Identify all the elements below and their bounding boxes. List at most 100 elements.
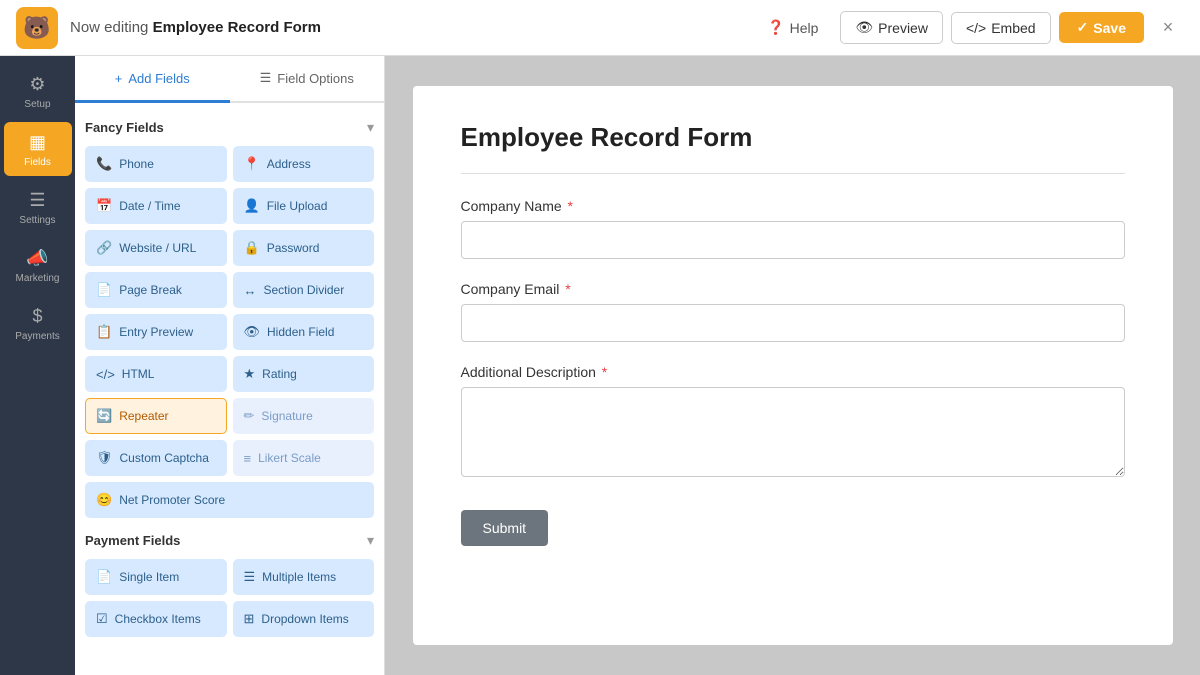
field-btn-website[interactable]: 🔗 Website / URL bbox=[85, 230, 227, 266]
submit-button[interactable]: Submit bbox=[461, 510, 549, 546]
form-card: Employee Record Form Company Name * Comp… bbox=[413, 86, 1173, 645]
help-label: Help bbox=[790, 20, 819, 36]
additional-desc-field: Additional Description * bbox=[461, 364, 1125, 482]
address-label: Address bbox=[267, 157, 311, 171]
company-email-input[interactable] bbox=[461, 304, 1125, 342]
embed-label: Embed bbox=[991, 20, 1035, 36]
file-upload-icon: 👤 bbox=[244, 198, 260, 214]
checkbox-items-label: Checkbox Items bbox=[115, 612, 201, 626]
field-btn-entry-preview[interactable]: 📋 Entry Preview bbox=[85, 314, 227, 350]
field-btn-repeater[interactable]: 🔄 Repeater bbox=[85, 398, 227, 434]
field-btn-file-upload[interactable]: 👤 File Upload bbox=[233, 188, 375, 224]
datetime-label: Date / Time bbox=[119, 199, 180, 213]
dropdown-items-icon: ⊞ bbox=[244, 611, 255, 627]
sidebar-item-fields[interactable]: ▦ Fields bbox=[4, 122, 72, 176]
fancy-fields-grid: 📞 Phone 📍 Address 📅 Date / Time 👤 File U… bbox=[85, 146, 374, 518]
settings-label: Settings bbox=[19, 215, 55, 226]
checkbox-items-icon: ☑ bbox=[96, 611, 108, 627]
page-break-icon: 📄 bbox=[96, 282, 112, 298]
dropdown-items-label: Dropdown Items bbox=[261, 612, 348, 626]
preview-label: Preview bbox=[878, 20, 928, 36]
likert-icon: ≡ bbox=[244, 451, 252, 466]
hidden-field-icon: 👁 bbox=[244, 324, 261, 340]
field-btn-multiple-items[interactable]: ☰ Multiple Items bbox=[233, 559, 375, 595]
embed-icon: </> bbox=[966, 20, 986, 36]
sidebar-item-marketing[interactable]: 📣 Marketing bbox=[4, 238, 72, 292]
field-btn-nps[interactable]: 😊 Net Promoter Score bbox=[85, 482, 374, 518]
likert-label: Likert Scale bbox=[258, 451, 321, 465]
topbar: 🐻 Now editing Employee Record Form ❓ Hel… bbox=[0, 0, 1200, 56]
embed-button[interactable]: </> Embed bbox=[951, 12, 1051, 44]
logo: 🐻 bbox=[16, 7, 58, 49]
field-btn-dropdown-items[interactable]: ⊞ Dropdown Items bbox=[233, 601, 375, 637]
field-btn-datetime[interactable]: 📅 Date / Time bbox=[85, 188, 227, 224]
payment-fields-header: Payment Fields ▾ bbox=[85, 532, 374, 549]
field-btn-phone[interactable]: 📞 Phone bbox=[85, 146, 227, 182]
website-icon: 🔗 bbox=[96, 240, 112, 256]
company-name-field: Company Name * bbox=[461, 198, 1125, 259]
close-button[interactable]: × bbox=[1152, 12, 1184, 44]
field-options-label: Field Options bbox=[277, 71, 354, 86]
entry-preview-label: Entry Preview bbox=[119, 325, 193, 339]
fields-icon: ▦ bbox=[29, 132, 46, 153]
rating-label: Rating bbox=[262, 367, 297, 381]
field-btn-html[interactable]: </> HTML bbox=[85, 356, 227, 392]
panel-tabs: + Add Fields ☰ Field Options bbox=[75, 56, 384, 103]
field-btn-address[interactable]: 📍 Address bbox=[233, 146, 375, 182]
panel-scroll: Fancy Fields ▾ 📞 Phone 📍 Address 📅 Date … bbox=[75, 103, 384, 675]
save-button[interactable]: ✓ Save bbox=[1059, 12, 1144, 43]
password-label: Password bbox=[267, 241, 320, 255]
help-icon: ❓ bbox=[767, 19, 784, 36]
captcha-icon: 🛡 bbox=[96, 450, 113, 466]
fancy-fields-toggle[interactable]: ▾ bbox=[367, 119, 374, 136]
section-divider-label: Section Divider bbox=[264, 283, 345, 297]
sidebar-item-payments[interactable]: $ Payments bbox=[4, 296, 72, 350]
company-email-label: Company Email * bbox=[461, 281, 1125, 297]
payments-label: Payments bbox=[15, 331, 59, 342]
form-title: Employee Record Form bbox=[461, 122, 1125, 174]
preview-area: Employee Record Form Company Name * Comp… bbox=[385, 56, 1200, 675]
field-btn-signature[interactable]: ✏ Signature bbox=[233, 398, 375, 434]
preview-button[interactable]: 👁 Preview bbox=[840, 11, 943, 44]
tab-add-fields[interactable]: + Add Fields bbox=[75, 56, 230, 103]
field-btn-password[interactable]: 🔒 Password bbox=[233, 230, 375, 266]
field-btn-custom-captcha[interactable]: 🛡 Custom Captcha bbox=[85, 440, 227, 476]
save-label: Save bbox=[1093, 20, 1126, 36]
repeater-icon: 🔄 bbox=[96, 408, 112, 424]
save-checkmark-icon: ✓ bbox=[1077, 19, 1089, 36]
single-item-icon: 📄 bbox=[96, 569, 112, 585]
sidebar-item-setup[interactable]: ⚙ Setup bbox=[4, 64, 72, 118]
single-item-label: Single Item bbox=[119, 570, 179, 584]
field-btn-rating[interactable]: ★ Rating bbox=[233, 356, 375, 392]
field-btn-section-divider[interactable]: ↔ Section Divider bbox=[233, 272, 375, 308]
hidden-field-label: Hidden Field bbox=[267, 325, 334, 339]
topbar-title: Now editing Employee Record Form bbox=[70, 19, 741, 36]
company-name-label: Company Name * bbox=[461, 198, 1125, 214]
field-btn-hidden-field[interactable]: 👁 Hidden Field bbox=[233, 314, 375, 350]
help-button[interactable]: ❓ Help bbox=[753, 12, 832, 43]
additional-desc-textarea[interactable] bbox=[461, 387, 1125, 477]
payment-fields-toggle[interactable]: ▾ bbox=[367, 532, 374, 549]
file-upload-label: File Upload bbox=[267, 199, 328, 213]
field-btn-page-break[interactable]: 📄 Page Break bbox=[85, 272, 227, 308]
field-btn-single-item[interactable]: 📄 Single Item bbox=[85, 559, 227, 595]
sidebar-item-settings[interactable]: ☰ Settings bbox=[4, 180, 72, 234]
company-email-field: Company Email * bbox=[461, 281, 1125, 342]
payments-icon: $ bbox=[32, 306, 42, 327]
payment-fields-title: Payment Fields bbox=[85, 533, 180, 548]
company-name-input[interactable] bbox=[461, 221, 1125, 259]
payment-fields-grid: 📄 Single Item ☰ Multiple Items ☑ Checkbo… bbox=[85, 559, 374, 637]
topbar-actions: ❓ Help 👁 Preview </> Embed ✓ Save × bbox=[753, 11, 1184, 44]
rating-icon: ★ bbox=[244, 366, 256, 382]
fields-panel: + Add Fields ☰ Field Options Fancy Field… bbox=[75, 56, 385, 675]
setup-icon: ⚙ bbox=[29, 74, 45, 95]
repeater-label: Repeater bbox=[119, 409, 168, 423]
field-btn-checkbox-items[interactable]: ☑ Checkbox Items bbox=[85, 601, 227, 637]
entry-preview-icon: 📋 bbox=[96, 324, 112, 340]
setup-label: Setup bbox=[24, 99, 50, 110]
tab-field-options[interactable]: ☰ Field Options bbox=[230, 56, 385, 103]
form-name: Employee Record Form bbox=[153, 19, 321, 36]
settings-icon: ☰ bbox=[29, 190, 45, 211]
signature-icon: ✏ bbox=[244, 408, 255, 424]
field-btn-likert-scale[interactable]: ≡ Likert Scale bbox=[233, 440, 375, 476]
